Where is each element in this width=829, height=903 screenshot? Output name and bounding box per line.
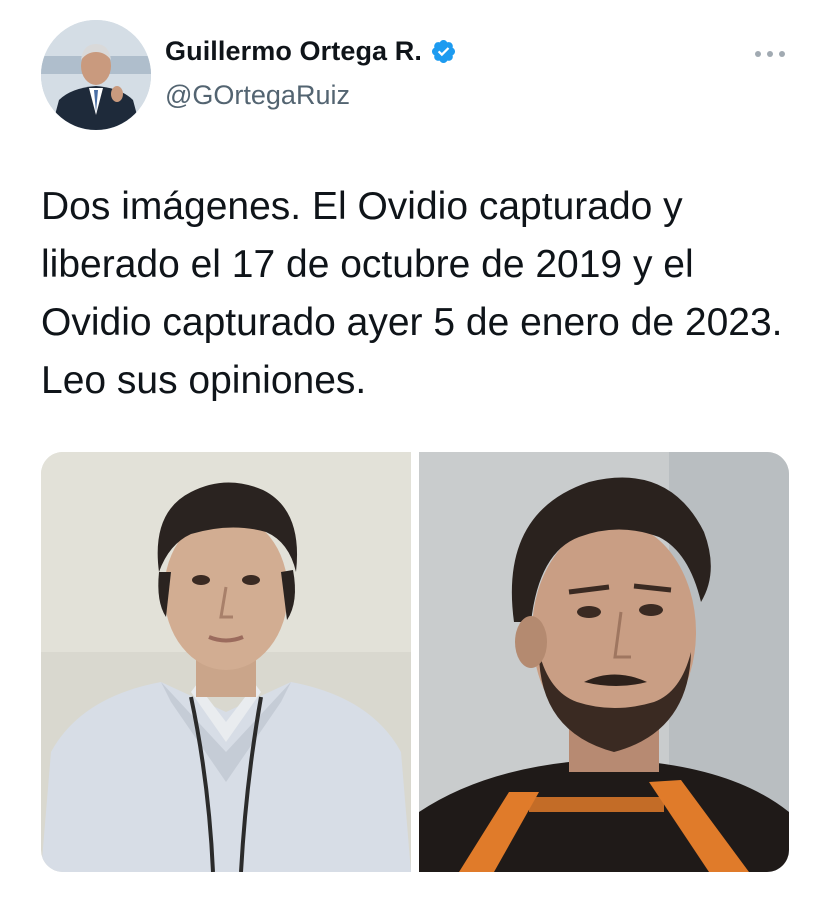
- tweet-text: Dos imágenes. El Ovidio capturado y libe…: [41, 185, 794, 402]
- profile-photo-icon: [41, 20, 151, 130]
- more-options-icon[interactable]: [755, 48, 785, 60]
- more-dot: [779, 51, 785, 57]
- verified-badge-icon: [431, 39, 455, 64]
- tweet-photo-1[interactable]: [41, 452, 411, 872]
- author-name-row[interactable]: Guillermo Ortega R.: [165, 36, 457, 67]
- tweet-photo-2[interactable]: [419, 452, 789, 872]
- author-handle[interactable]: @GOrtegaRuiz: [165, 80, 350, 111]
- tweet-media: [41, 452, 789, 872]
- photo-man-bearded-orange-stripes-icon: [419, 452, 789, 872]
- more-dot: [767, 51, 773, 57]
- author-avatar[interactable]: [41, 20, 151, 130]
- author-display-name[interactable]: Guillermo Ortega R.: [165, 36, 422, 67]
- photo-man-light-shirt-icon: [41, 452, 411, 872]
- more-dot: [755, 51, 761, 57]
